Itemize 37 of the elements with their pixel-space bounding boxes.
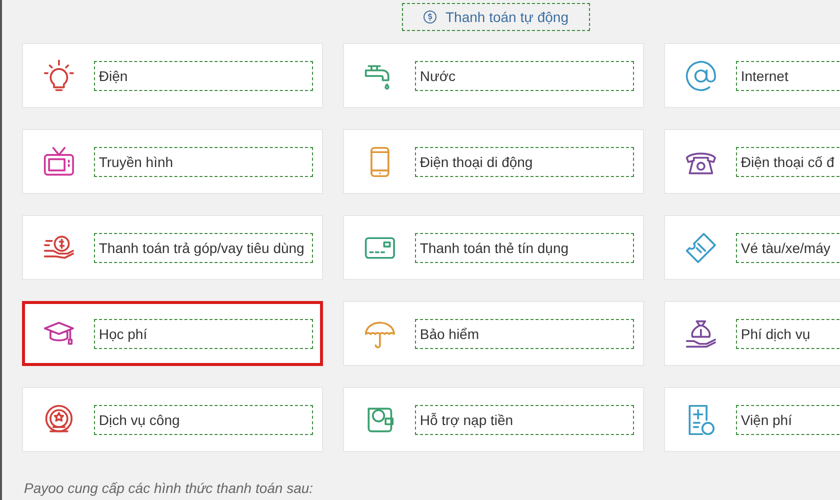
- service-card[interactable]: Điện: [22, 43, 323, 108]
- dollar-coin-icon: [423, 10, 438, 24]
- service-label: Điện thoại cố đ: [736, 146, 840, 176]
- service-label: Điện thoại di động: [414, 146, 634, 176]
- service-card[interactable]: Điện thoại di động: [343, 129, 644, 194]
- service-card[interactable]: Thanh toán trả góp/vay tiêu dùng: [22, 215, 323, 280]
- service-label: Học phí: [94, 318, 313, 348]
- tv-icon: [42, 144, 76, 178]
- service-card[interactable]: Viện phí: [664, 387, 840, 452]
- bulb-icon: [42, 58, 76, 92]
- service-card[interactable]: Vé tàu/xe/máy: [664, 215, 840, 280]
- service-label: Viện phí: [736, 404, 840, 434]
- service-label: Thanh toán trả góp/vay tiêu dùng: [94, 232, 313, 262]
- footer-text: Payoo cung cấp các hình thức thanh toán sau:: [23, 479, 314, 498]
- service-card[interactable]: Internet: [664, 43, 840, 108]
- service-label: Vé tàu/xe/máy: [736, 232, 840, 262]
- service-label: Thanh toán thẻ tín dụng: [414, 232, 634, 262]
- service-label: Nước: [414, 60, 634, 90]
- service-label: Hỗ trợ nạp tiền: [414, 404, 634, 434]
- service-label: Điện: [94, 60, 313, 90]
- ticket-icon: [684, 230, 718, 264]
- service-card[interactable]: Thanh toán thẻ tín dụng: [343, 215, 644, 280]
- service-card[interactable]: Dịch vụ công: [22, 387, 323, 452]
- service-card[interactable]: Bảo hiểm: [343, 301, 644, 366]
- service-card[interactable]: Truyền hình: [22, 129, 323, 194]
- service-card[interactable]: Học phí: [22, 301, 323, 366]
- service-label: Bảo hiểm: [414, 318, 634, 348]
- service-card[interactable]: Điện thoại cố đ: [664, 129, 840, 194]
- service-label: Truyền hình: [94, 146, 313, 176]
- service-card[interactable]: Phí dịch vụ: [664, 301, 840, 366]
- service-card[interactable]: Nước: [343, 43, 644, 108]
- at-sign-icon: [684, 58, 718, 92]
- service-card[interactable]: Hỗ trợ nạp tiền: [343, 387, 644, 452]
- service-label: Phí dịch vụ: [736, 318, 840, 348]
- auto-payment-button[interactable]: Thanh toán tự động: [402, 3, 590, 31]
- service-label: Internet: [736, 60, 840, 90]
- service-label: Dịch vụ công: [94, 404, 313, 434]
